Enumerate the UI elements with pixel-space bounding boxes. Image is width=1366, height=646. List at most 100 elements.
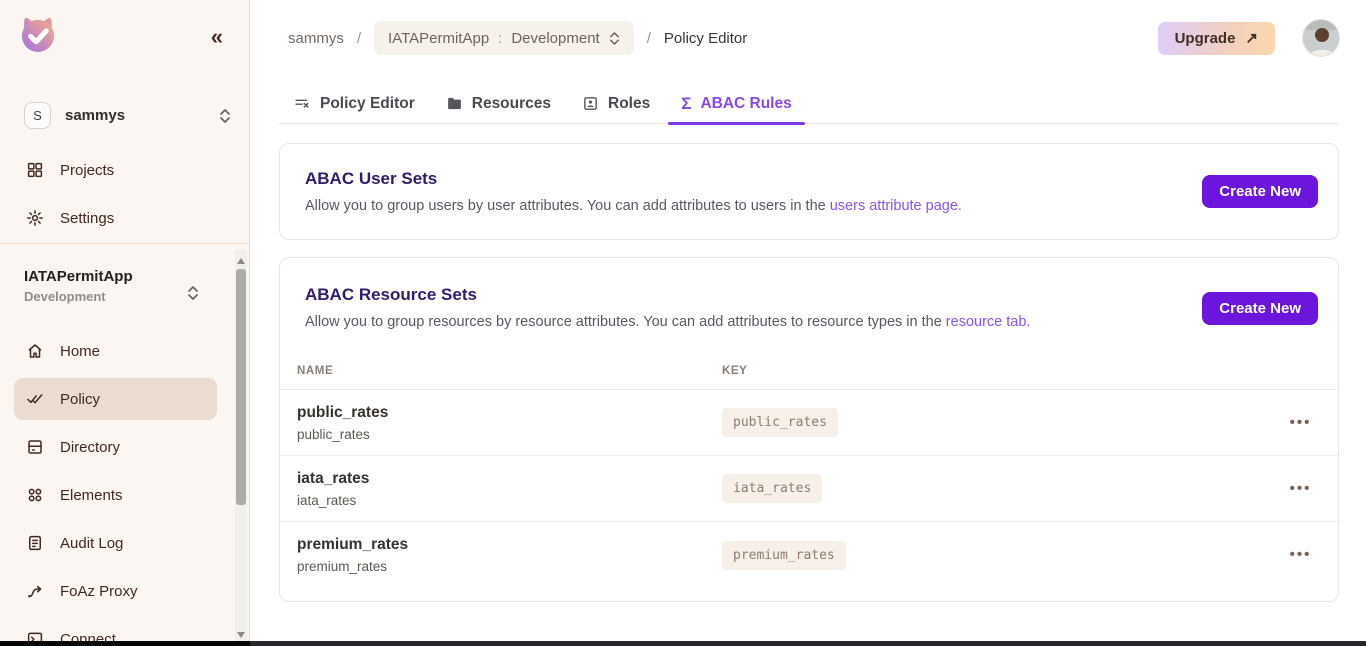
tab-label: Resources <box>472 95 551 113</box>
resource-set-subtitle: public_rates <box>297 427 722 442</box>
gear-icon <box>26 209 44 227</box>
sidebar-item-audit-log[interactable]: Audit Log <box>0 519 235 567</box>
project-environment-dropdown[interactable]: IATAPermitApp : Development <box>374 21 634 55</box>
card-title: ABAC User Sets <box>305 169 1202 189</box>
create-new-resource-set-button[interactable]: Create New <box>1202 292 1318 325</box>
project-environment: Development <box>24 289 133 304</box>
row-actions-menu-icon[interactable]: ••• <box>1290 414 1312 431</box>
sidebar-item-settings[interactable]: Settings <box>0 194 249 242</box>
list-x-icon <box>294 95 311 112</box>
grid-icon <box>26 161 44 179</box>
table-row[interactable]: iata_rates iata_rates iata_rates ••• <box>280 456 1338 522</box>
upgrade-button[interactable]: Upgrade ↗ <box>1158 22 1275 55</box>
sigma-icon: Σ <box>681 95 691 112</box>
sidebar-divider <box>0 243 249 244</box>
sidebar-static-nav: Projects Settings <box>0 146 249 242</box>
sidebar-scrollbar[interactable] <box>235 250 247 646</box>
resource-set-key-badge: public_rates <box>722 408 838 437</box>
tab-resources[interactable]: Resources <box>433 84 564 123</box>
proxy-icon <box>26 582 44 600</box>
home-icon <box>26 342 44 360</box>
tab-roles[interactable]: Roles <box>569 84 663 123</box>
policy-tabs: Policy Editor Resources Roles Σ ABAC Rul… <box>279 84 1339 124</box>
directory-icon <box>26 438 44 456</box>
scroll-down-arrow-icon[interactable] <box>237 632 245 638</box>
sidebar-item-foaz-proxy[interactable]: FoAz Proxy <box>0 567 235 615</box>
user-avatar[interactable] <box>1302 19 1340 57</box>
chevron-up-down-icon <box>609 31 620 46</box>
window-bottom-edge-left <box>0 641 250 646</box>
main-content: sammys / IATAPermitApp : Development / P… <box>251 0 1366 646</box>
folder-icon <box>446 95 463 112</box>
card-description: Allow you to group resources by resource… <box>305 314 1202 330</box>
abac-resource-sets-card: ABAC Resource Sets Allow you to group re… <box>279 257 1339 602</box>
breadcrumb-project: IATAPermitApp <box>388 30 489 47</box>
sidebar-item-label: Settings <box>60 210 114 227</box>
tab-abac-rules[interactable]: Σ ABAC Rules <box>668 84 805 123</box>
sidebar-item-elements[interactable]: Elements <box>0 471 235 519</box>
resource-set-key-badge: premium_rates <box>722 541 846 570</box>
breadcrumb-colon: : <box>498 30 502 47</box>
column-header-name: NAME <box>297 365 722 377</box>
sidebar-item-directory[interactable]: Directory <box>0 423 235 471</box>
resource-set-subtitle: premium_rates <box>297 559 722 574</box>
sidebar-project-nav: Home Policy Directory Elements Audit Log… <box>0 327 235 646</box>
workspace-avatar: S <box>24 102 51 129</box>
sidebar-collapse-icon[interactable]: « <box>211 26 221 48</box>
column-header-key: KEY <box>722 365 1263 377</box>
sidebar-item-label: FoAz Proxy <box>60 583 138 600</box>
sidebar-item-home[interactable]: Home <box>0 327 235 375</box>
resource-set-name: public_rates <box>297 404 722 422</box>
sidebar-item-label: Elements <box>60 487 123 504</box>
table-row[interactable]: public_rates public_rates public_rates •… <box>280 390 1338 456</box>
resource-tab-link[interactable]: resource tab. <box>946 314 1031 330</box>
card-description: Allow you to group users by user attribu… <box>305 198 1202 214</box>
scroll-up-arrow-icon[interactable] <box>237 258 245 264</box>
sidebar-item-label: Projects <box>60 162 114 179</box>
project-switcher[interactable]: IATAPermitApp Development <box>24 268 133 304</box>
chevron-up-down-icon <box>219 108 231 124</box>
resource-set-name: iata_rates <box>297 470 722 488</box>
double-check-icon <box>26 390 44 408</box>
app-root: « S sammys Projects Settings IATAPermitA… <box>0 0 1366 646</box>
roles-card-icon <box>582 95 599 112</box>
breadcrumb-separator: / <box>357 30 361 47</box>
permit-logo[interactable] <box>16 13 60 57</box>
top-bar: sammys / IATAPermitApp : Development / P… <box>251 0 1366 76</box>
sidebar-item-projects[interactable]: Projects <box>0 146 249 194</box>
row-actions-menu-icon[interactable]: ••• <box>1290 480 1312 497</box>
tab-label: ABAC Rules <box>700 95 791 113</box>
tab-policy-editor[interactable]: Policy Editor <box>281 84 428 123</box>
breadcrumb-page: Policy Editor <box>664 30 747 47</box>
window-bottom-edge <box>0 641 1366 646</box>
table-row[interactable]: premium_rates premium_rates premium_rate… <box>280 522 1338 588</box>
abac-user-sets-card: ABAC User Sets Allow you to group users … <box>279 143 1339 240</box>
sidebar-item-label: Directory <box>60 439 120 456</box>
upgrade-label: Upgrade <box>1175 30 1236 47</box>
resource-set-name: premium_rates <box>297 536 722 554</box>
sidebar-item-label: Audit Log <box>60 535 123 552</box>
arrow-up-right-icon: ↗ <box>1245 29 1258 47</box>
breadcrumb-workspace[interactable]: sammys <box>288 30 344 47</box>
project-name: IATAPermitApp <box>24 268 133 285</box>
workspace-switcher[interactable]: S sammys <box>24 102 231 129</box>
resource-set-subtitle: iata_rates <box>297 493 722 508</box>
tab-label: Policy Editor <box>320 95 415 113</box>
row-actions-menu-icon[interactable]: ••• <box>1290 546 1312 563</box>
workspace-name: sammys <box>65 107 219 124</box>
elements-icon <box>26 486 44 504</box>
chevron-up-down-icon[interactable] <box>187 284 199 302</box>
create-new-user-set-button[interactable]: Create New <box>1202 175 1318 208</box>
sidebar-item-policy[interactable]: Policy <box>14 378 217 420</box>
users-attribute-page-link[interactable]: users attribute page. <box>830 198 962 214</box>
card-description-text: Allow you to group resources by resource… <box>305 314 946 330</box>
scrollbar-thumb[interactable] <box>236 269 246 505</box>
resource-set-key-badge: iata_rates <box>722 474 822 503</box>
card-description-text: Allow you to group users by user attribu… <box>305 198 830 214</box>
audit-log-icon <box>26 534 44 552</box>
sidebar-item-label: Home <box>60 343 100 360</box>
card-title: ABAC Resource Sets <box>305 285 1202 305</box>
sidebar-item-label: Policy <box>60 391 100 408</box>
tab-label: Roles <box>608 95 650 113</box>
breadcrumb-separator: / <box>647 30 651 47</box>
